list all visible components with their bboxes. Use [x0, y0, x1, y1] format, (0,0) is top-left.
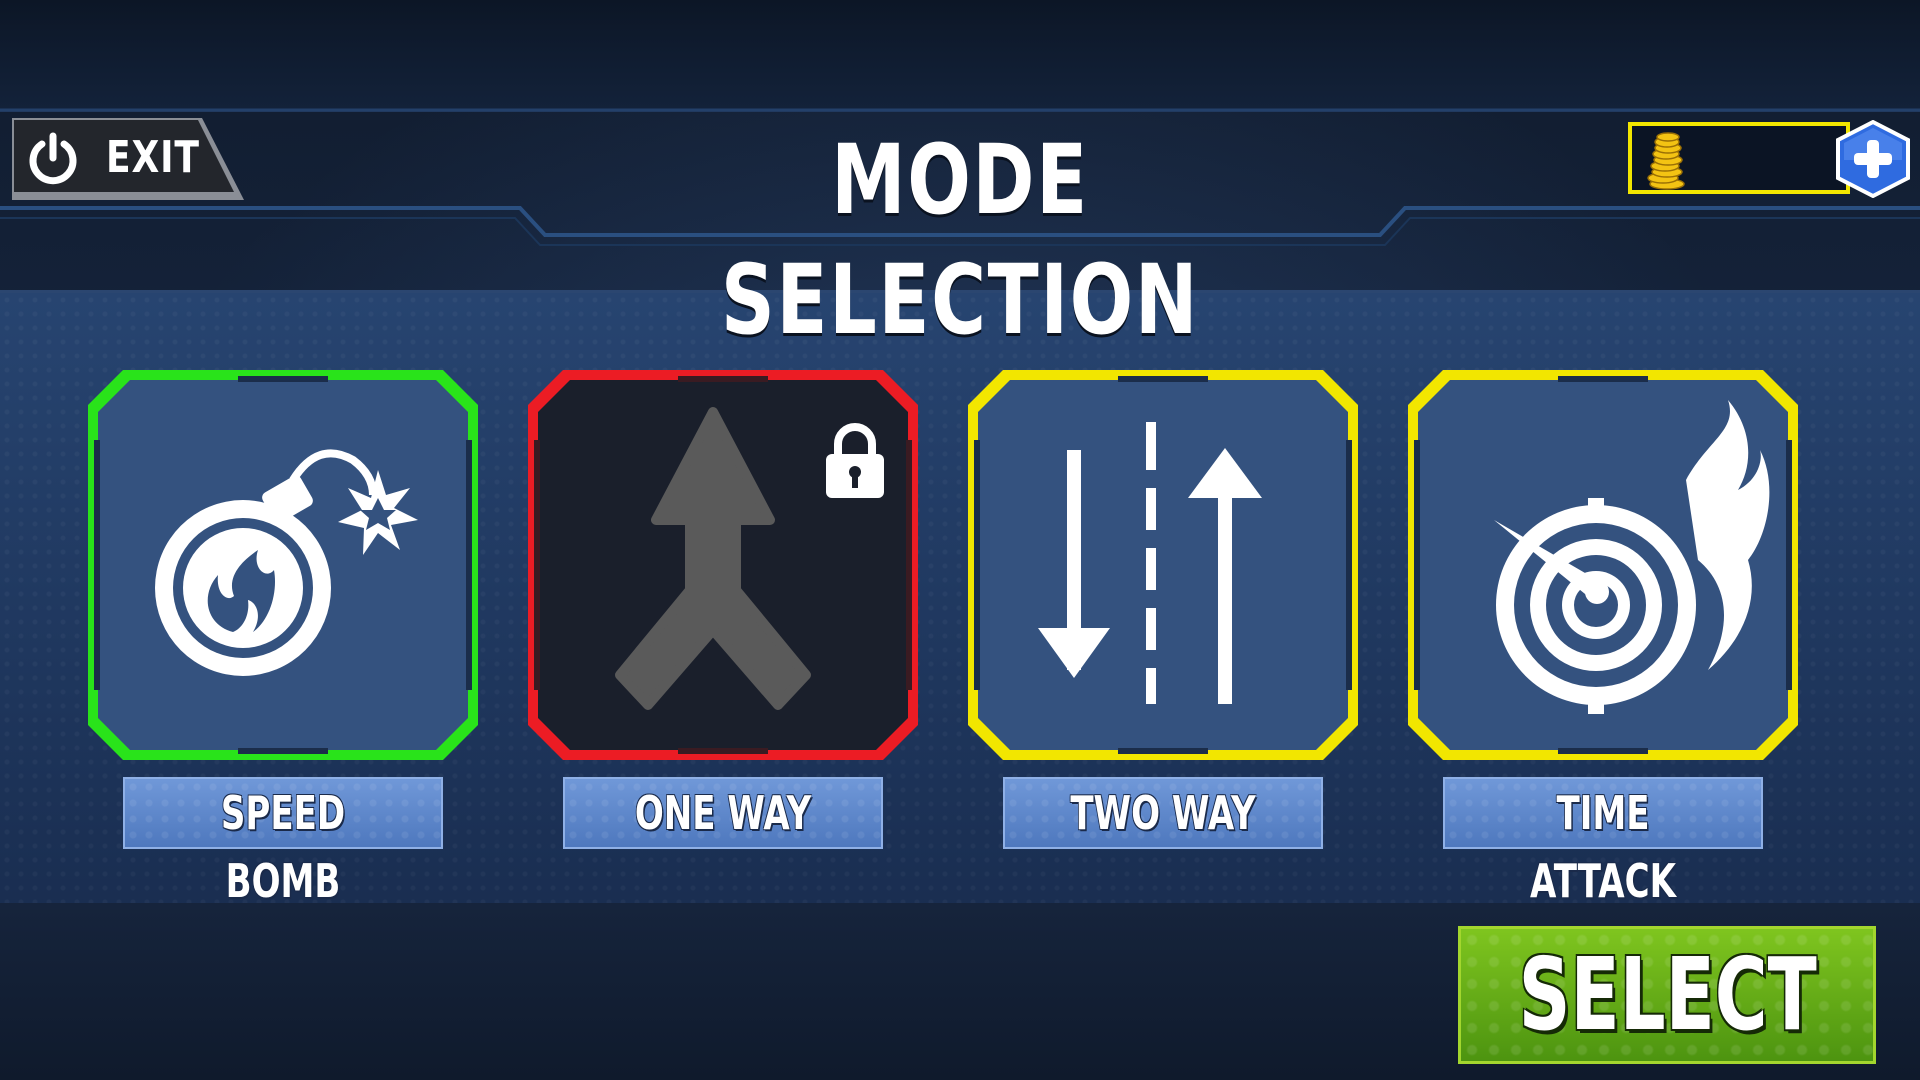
mode-label-text: TIME ATTACK — [1530, 786, 1676, 908]
mode-label-text: ONE WAY — [634, 786, 812, 840]
mode-label-time-attack[interactable]: TIME ATTACK — [1443, 777, 1763, 908]
flaming-speedometer-icon — [1494, 400, 1770, 714]
mode-card-speed-bomb[interactable] — [88, 370, 478, 760]
add-coins-button[interactable] — [1836, 120, 1910, 198]
top-band — [0, 0, 1920, 112]
two-way-road-icon — [1038, 422, 1262, 704]
select-label: SELECT — [1518, 936, 1817, 1053]
mode-card-one-way[interactable] — [528, 370, 918, 760]
page-title: MODE SELECTION — [720, 124, 1200, 356]
mode-card-two-way[interactable] — [968, 370, 1358, 760]
bomb-icon — [155, 449, 418, 676]
mode-label-speed-bomb[interactable]: SPEED BOMB — [123, 777, 443, 908]
lock-icon — [826, 423, 884, 498]
coin-balance — [1628, 122, 1850, 194]
mode-label-two-way[interactable]: TWO WAY — [1003, 777, 1323, 849]
coin-stack-icon — [1647, 132, 1685, 190]
exit-button[interactable]: EXIT — [12, 118, 244, 200]
mode-label-text: SPEED BOMB — [220, 786, 346, 908]
mode-label-text: TWO WAY — [1070, 786, 1256, 840]
power-icon — [29, 132, 77, 185]
mode-label-one-way[interactable]: ONE WAY — [563, 777, 883, 849]
select-button[interactable]: SELECT — [1458, 926, 1876, 1064]
exit-label: EXIT — [106, 132, 200, 183]
mode-card-time-attack[interactable] — [1408, 370, 1798, 760]
